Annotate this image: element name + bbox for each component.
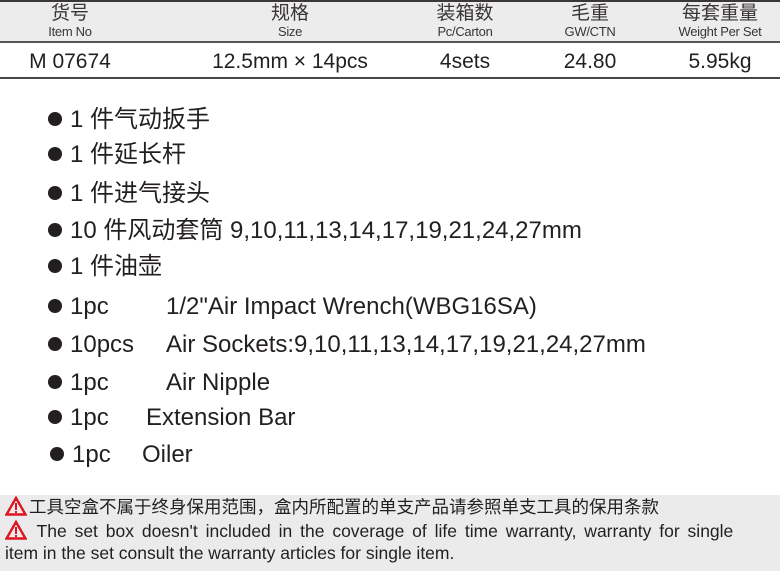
warranty-notice: 工具空盒不属于终身保用范围，盒内所配置的单支产品请参照单支工具的保用条款 The…: [0, 495, 780, 571]
bullet-icon: [48, 147, 62, 161]
warning-line-en-2: item in the set consult the warranty art…: [5, 543, 455, 563]
bullet-icon: [48, 410, 62, 424]
list-item: 10pcs Air Sockets:9,10,11,13,14,17,19,21,…: [48, 331, 646, 359]
cell-pc-carton: 4sets: [439, 50, 491, 73]
header-size: 规格 Size: [170, 2, 410, 40]
header-cn: 毛重: [570, 3, 609, 24]
warning-line-en-1: The set box doesn't included in the cove…: [5, 520, 733, 542]
header-cn: 装箱数: [436, 3, 494, 24]
header-pc-carton: 装箱数 Pc/Carton: [395, 2, 535, 40]
bullet-icon: [48, 259, 62, 273]
bullet-icon: [48, 337, 62, 351]
list-item: 1 件进气接头: [48, 180, 210, 208]
header-weight-per-set: 每套重量 Weight Per Set: [660, 2, 780, 40]
header-en: Size: [277, 24, 303, 39]
list-item: 1 件延长杆: [48, 141, 186, 169]
header-gw-ctn: 毛重 GW/CTN: [530, 2, 650, 40]
header-en: Item No: [48, 24, 92, 39]
header-cn: 规格: [270, 3, 309, 24]
bullet-icon: [48, 223, 62, 237]
table-row: M 07674 12.5mm × 14pcs 4sets 24.80 5.95k…: [0, 45, 780, 79]
header-en: Pc/Carton: [437, 24, 493, 39]
bullet-icon: [48, 299, 62, 313]
warning-triangle-icon: [5, 520, 27, 540]
cell-size: 12.5mm × 14pcs: [212, 50, 368, 73]
header-item-no: 货号 Item No: [0, 2, 140, 40]
bullet-icon: [48, 186, 62, 200]
warning-line-cn: 工具空盒不属于终身保用范围，盒内所配置的单支产品请参照单支工具的保用条款: [5, 496, 659, 518]
list-item: 1pc Extension Bar: [48, 404, 295, 432]
bullet-icon: [48, 375, 62, 389]
header-en: GW/CTN: [564, 24, 616, 39]
list-item: 1 件油壶: [48, 253, 162, 281]
bullet-icon: [48, 112, 62, 126]
list-item: 1pc Oiler: [50, 441, 193, 469]
header-cn: 货号: [50, 3, 89, 24]
bullet-icon: [50, 447, 64, 461]
spec-table-header: 货号 Item No 规格 Size 装箱数 Pc/Carton 毛重 GW/C…: [0, 0, 780, 43]
cell-weight-per-set: 5.95kg: [688, 50, 752, 73]
cell-item-no: M 07674: [29, 50, 111, 73]
header-en: Weight Per Set: [678, 24, 762, 39]
header-cn: 每套重量: [681, 3, 758, 24]
list-item: 1pc Air Nipple: [48, 369, 270, 397]
list-item: 1pc 1/2"Air Impact Wrench(WBG16SA): [48, 293, 537, 321]
cell-gw-ctn: 24.80: [563, 50, 617, 73]
list-item: 10 件风动套筒 9,10,11,13,14,17,19,21,24,27mm: [48, 217, 582, 245]
list-item: 1 件气动扳手: [48, 106, 210, 134]
warning-triangle-icon: [5, 496, 27, 516]
